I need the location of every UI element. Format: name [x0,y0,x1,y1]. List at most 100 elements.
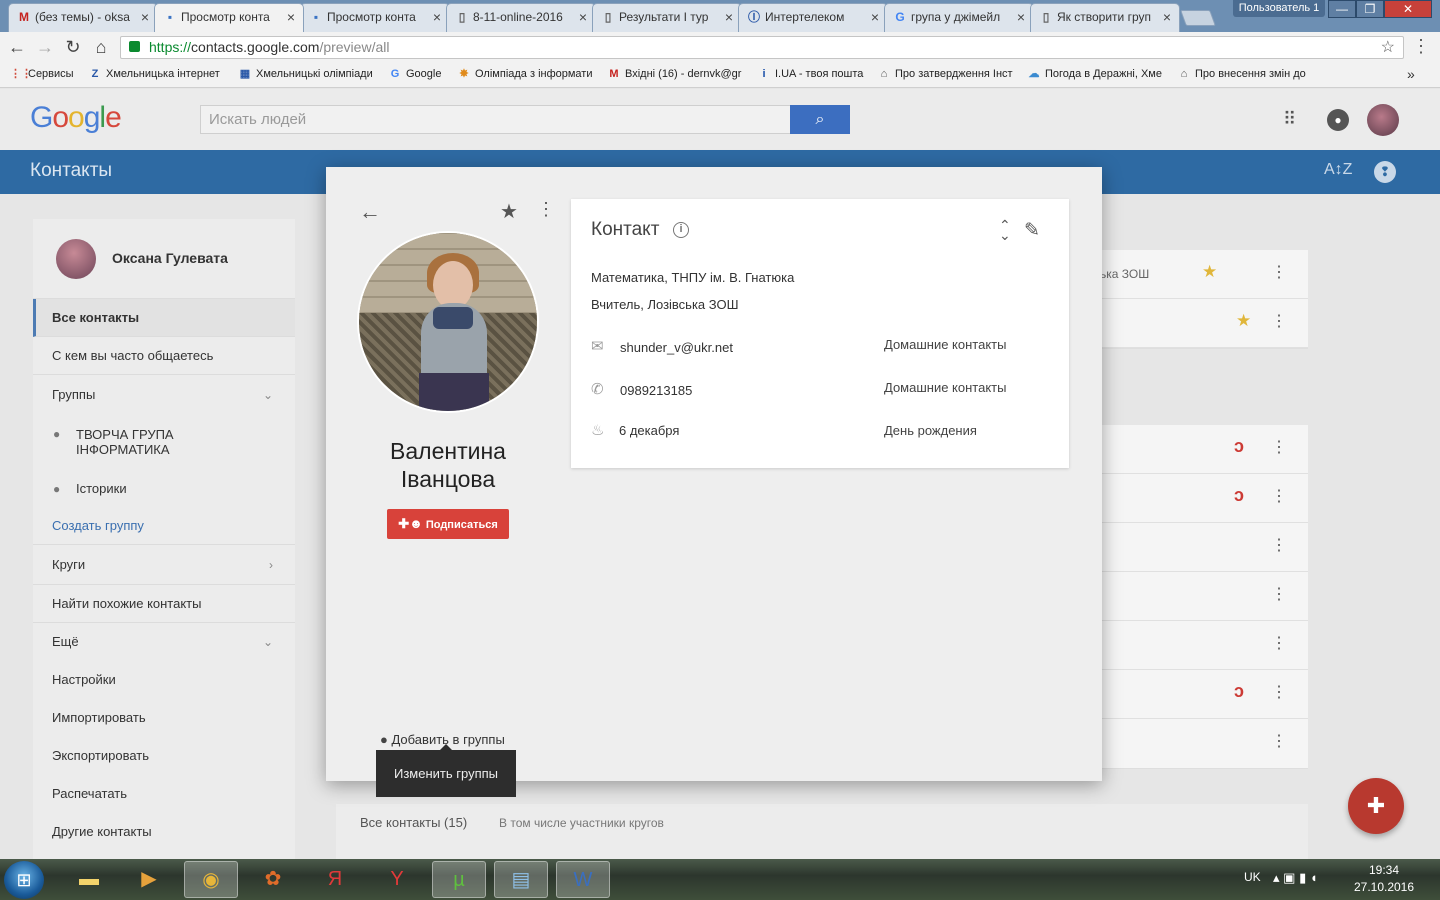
close-tab-icon[interactable]: × [1017,4,1025,30]
account-avatar[interactable] [1367,104,1399,136]
expand-icon[interactable]: ⌃ ⌄ [999,218,1011,242]
network-icon[interactable]: ▣ [1283,870,1295,885]
reload-icon[interactable]: ↻ [62,36,84,58]
list-item[interactable]: ⋮ [1074,523,1308,572]
start-button[interactable]: ⊞ [4,861,44,899]
back-arrow-icon[interactable]: ← [359,199,381,225]
follow-button[interactable]: ✚☻ Подписаться [387,509,509,539]
home-icon[interactable]: ⌂ [90,36,112,58]
utorrent-icon[interactable]: µ [432,861,486,898]
list-item[interactable]: ська ЗОШ ★ ⋮ [1074,250,1308,299]
more-vert-icon[interactable]: ⋮ [1271,263,1287,283]
circles-icon[interactable]: ↄ [1234,436,1244,457]
list-item[interactable]: ↄ ⋮ [1074,474,1308,523]
phone-value[interactable]: 0989213185 [620,383,692,398]
list-item[interactable]: ★ ⋮ [1074,299,1308,348]
bookmark-item[interactable]: ⋮⋮ Сервисы [10,67,80,81]
more-vert-icon[interactable]: ⋮ [1271,585,1287,605]
bookmark-item[interactable]: ☁ Погода в Деражні, Хме [1027,67,1167,81]
star-icon[interactable]: ★ [1202,262,1217,282]
avatar[interactable] [56,239,96,279]
search-input[interactable]: Искать людей [200,105,791,134]
bookmark-item[interactable]: Z Хмельницька інтернет [88,67,228,81]
chrome-menu-icon[interactable]: ⋮ [1412,36,1430,57]
edit-pencil-icon[interactable]: ✎ [1024,219,1040,242]
clock[interactable]: 19:34 27.10.2016 [1348,862,1420,896]
more-vert-icon[interactable]: ⋮ [1271,312,1287,332]
profile-button[interactable]: Пользователь 1 [1233,0,1325,17]
minimize-button[interactable]: — [1328,0,1356,18]
volume-icon[interactable]: ◖ [1310,870,1318,885]
bookmark-item[interactable]: G Google [388,67,448,81]
list-item[interactable]: ↄ ⋮ [1074,425,1308,474]
new-tab-button[interactable] [1180,10,1216,26]
browser-tab[interactable]: Gгрупа у джімейл × [884,3,1034,32]
tray-icons[interactable]: ▴ ▣ ▮ ◖ [1273,870,1318,886]
list-item[interactable]: ⋮ [1074,572,1308,621]
create-group-link[interactable]: Создать группу [33,507,295,545]
maximize-button[interactable]: ❐ [1356,0,1384,18]
list-item[interactable]: ⋮ [1074,621,1308,670]
language-indicator[interactable]: UK [1244,870,1261,884]
close-window-button[interactable]: ✕ [1384,0,1432,18]
yandex-icon[interactable]: Я [308,861,362,898]
close-tab-icon[interactable]: × [141,4,149,30]
media-player-icon[interactable]: ▶ [122,861,176,898]
bookmark-item[interactable]: M Вхідні (16) - dernvk@gr [607,67,747,81]
bookmark-item[interactable]: i I.UA - твоя пошта [757,67,867,81]
more-vert-icon[interactable]: ⋮ [1271,732,1287,752]
browser-tab[interactable]: Ⓘ Интертелеком × [738,3,888,32]
browser-tab[interactable]: ▯ Як створити груп × [1030,3,1180,32]
feedback-icon[interactable]: ❢ [1374,161,1396,183]
browser-tab[interactable]: ▪ Просмотр конта × [154,3,304,32]
chrome-icon[interactable]: ◉ [184,861,238,898]
sidebar-item-more[interactable]: Ещё ⌄ [33,623,295,661]
list-item[interactable]: ↄ ⋮ [1074,670,1308,719]
show-hidden-icon[interactable]: ▴ [1273,870,1280,885]
circles-icon[interactable]: ↄ [1234,485,1244,506]
close-tab-icon[interactable]: × [287,4,295,30]
sidebar-item-frequent[interactable]: С кем вы часто общаетесь [33,337,295,375]
more-vert-icon[interactable]: ⋮ [1271,634,1287,654]
close-tab-icon[interactable]: × [725,4,733,30]
sidebar-item-settings[interactable]: Настройки [33,661,295,699]
back-icon[interactable]: ← [6,36,28,58]
browser-tab[interactable]: ▯ 8-11-online-2016 × [446,3,596,32]
circles-icon[interactable]: ↄ [1234,681,1244,702]
more-bookmarks-icon[interactable]: » [1407,66,1415,82]
sidebar-item-export[interactable]: Экспортировать [33,737,295,775]
sidebar-item-other-contacts[interactable]: Другие контакты [33,813,295,851]
google-logo[interactable]: Google [30,101,122,135]
forward-icon[interactable]: → [34,36,56,58]
close-tab-icon[interactable]: × [579,4,587,30]
explorer-icon[interactable]: ▬ [62,861,116,898]
bookmark-item[interactable]: ⌂ Про затвердження Інст [877,67,1017,81]
signal-icon[interactable]: ▮ [1299,870,1306,885]
apps-grid-icon[interactable]: ⠿ [1283,109,1303,129]
sidebar-item-all-contacts[interactable]: Все контакты [33,299,295,337]
sidebar-item-print[interactable]: Распечатать [33,775,295,813]
list-item[interactable]: ⋮ [1074,719,1308,768]
sidebar-item-import[interactable]: Импортировать [33,699,295,737]
browser-tab[interactable]: ▪ Просмотр конта × [300,3,450,32]
more-vert-icon[interactable]: ⋮ [1271,536,1287,556]
sidebar-group-istoryky[interactable]: ● Історики [33,471,295,507]
sidebar-item-circles[interactable]: Круги › [33,545,295,585]
sidebar-group-tvorcha[interactable]: ● ТВОРЧА ГРУПА ІНФОРМАТИКА [33,419,233,467]
more-vert-icon[interactable]: ⋮ [1271,438,1287,458]
including-circles-filter[interactable]: В том числе участники кругов [499,816,664,830]
close-tab-icon[interactable]: × [871,4,879,30]
yandex-browser-icon[interactable]: Y [370,861,424,898]
more-vert-icon[interactable]: ⋮ [1271,683,1287,703]
media-icon[interactable]: ✿ [246,861,300,898]
bookmark-star-icon[interactable]: ☆ [1381,37,1395,58]
star-icon[interactable]: ★ [500,199,518,224]
bookmark-item[interactable]: ▦ Хмельницькі олімпіади [238,67,380,81]
browser-tab[interactable]: ▯ Результати І тур × [592,3,742,32]
word-icon[interactable]: W [556,861,610,898]
bookmark-item[interactable]: ✸ Олімпіада з інформати [457,67,597,81]
address-bar[interactable]: https://contacts.google.com/preview/all … [120,36,1404,59]
add-contact-button[interactable]: ✚ [1348,778,1404,834]
sort-az-icon[interactable]: A↕Z [1324,161,1352,179]
search-button[interactable]: ⌕ [790,105,850,134]
